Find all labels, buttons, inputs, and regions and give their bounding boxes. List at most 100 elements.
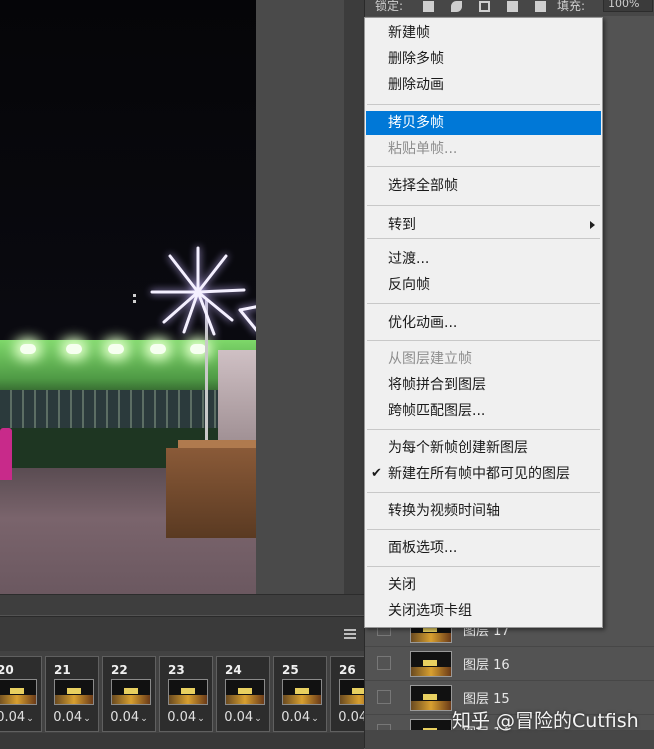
horizontal-scrollbar[interactable] xyxy=(0,594,364,615)
animation-frame[interactable]: 23 0.04⌄ xyxy=(159,656,213,732)
menu-item-label: 面板选项... xyxy=(388,540,458,556)
frame-delay-dropdown[interactable]: 0.04⌄ xyxy=(103,710,155,725)
frame-delay-dropdown[interactable]: 0.04⌄ xyxy=(160,710,212,725)
animation-frame[interactable]: 20 0.04⌄ xyxy=(0,656,42,732)
frame-number: 24 xyxy=(225,663,242,677)
menu-separator xyxy=(367,492,600,493)
menu-separator xyxy=(367,205,600,206)
timeline-panel-menu: 新建帧删除多帧 删除动画拷贝多帧粘贴单帧... 选择全部帧转到过渡... 反向帧优化动… xyxy=(364,17,603,628)
menu-item-label: 关闭 xyxy=(388,577,416,593)
frame-number: 21 xyxy=(54,663,71,677)
menu-item[interactable]: 为每个新帧创建新图层 xyxy=(366,436,601,460)
frame-thumbnail xyxy=(282,679,322,705)
menu-item[interactable]: 反向帧 xyxy=(366,273,601,297)
photo-kiosk xyxy=(218,350,256,450)
animation-frame[interactable]: 25 0.04⌄ xyxy=(273,656,327,732)
frame-number: 23 xyxy=(168,663,185,677)
menu-item-label: 过渡... xyxy=(388,251,430,267)
menu-separator xyxy=(367,166,600,167)
timeline-panel: 20 0.04⌄ 21 0.04⌄ 22 0.04⌄ 23 0.04⌄ 24 0.04⌄ 25 0.0… xyxy=(0,616,384,749)
animation-frame[interactable]: 22 0.04⌄ xyxy=(102,656,156,732)
frame-thumbnail xyxy=(0,679,37,705)
lock-pixels-icon[interactable] xyxy=(423,1,434,12)
menu-item-label: 转到 xyxy=(388,217,416,233)
layer-thumbnail xyxy=(410,685,452,711)
menu-separator xyxy=(367,238,600,239)
menu-separator xyxy=(367,303,600,304)
frame-thumbnail xyxy=(54,679,94,705)
lock-label: 锁定: xyxy=(375,0,404,13)
photo-person xyxy=(0,428,12,480)
frame-thumbnail xyxy=(111,679,151,705)
canvas-pasteboard xyxy=(256,0,344,594)
lock-move-icon[interactable] xyxy=(479,1,490,12)
menu-separator xyxy=(367,529,600,530)
photo-light-sculpture xyxy=(150,246,256,336)
menu-item[interactable]: 将帧拼合到图层 xyxy=(366,373,601,397)
frame-delay-dropdown[interactable]: 0.04⌄ xyxy=(217,710,269,725)
menu-item-label: 将帧拼合到图层 xyxy=(388,377,486,393)
menu-item-label: 新建帧 xyxy=(388,25,430,41)
frame-delay-value: 0.04 xyxy=(53,710,83,725)
chevron-down-icon: ⌄ xyxy=(311,714,319,724)
lock-artboard-icon[interactable] xyxy=(507,1,518,12)
menu-item-label: 优化动画... xyxy=(388,315,458,331)
frame-delay-value: 0.04 xyxy=(281,710,311,725)
layer-thumbnail xyxy=(410,651,452,677)
animation-frame[interactable]: 24 0.04⌄ xyxy=(216,656,270,732)
frame-number: 26 xyxy=(339,663,356,677)
submenu-arrow-icon xyxy=(590,221,595,229)
animation-frame[interactable]: 21 0.04⌄ xyxy=(45,656,99,732)
frame-thumbnail xyxy=(168,679,208,705)
menu-item[interactable]: 删除多帧 xyxy=(366,47,601,71)
document-canvas[interactable] xyxy=(0,0,256,594)
menu-item[interactable]: 转换为视频时间轴 xyxy=(366,499,601,523)
frame-delay-value: 0.04 xyxy=(338,710,368,725)
menu-item-label: 选择全部帧 xyxy=(388,178,458,194)
menu-item[interactable]: 优化动画... xyxy=(366,311,601,335)
menu-item: 粘贴单帧... xyxy=(366,137,601,161)
chevron-down-icon: ⌄ xyxy=(26,714,34,724)
menu-item-label: 跨帧匹配图层... xyxy=(388,403,486,419)
menu-item[interactable]: 关闭选项卡组 xyxy=(366,599,601,623)
timeline-panel-header xyxy=(0,617,364,651)
menu-item-label: 粘贴单帧... xyxy=(388,141,458,157)
frame-delay-dropdown[interactable]: 0.04⌄ xyxy=(274,710,326,725)
menu-item[interactable]: ✔ 新建在所有帧中都可见的图层 xyxy=(366,462,601,486)
lock-all-icon[interactable] xyxy=(535,1,546,12)
visibility-toggle[interactable] xyxy=(377,656,391,670)
menu-item[interactable]: 关闭 xyxy=(366,573,601,597)
menu-item[interactable]: 面板选项... xyxy=(366,536,601,560)
layer-name: 图层 15 xyxy=(463,692,510,707)
fill-input[interactable]: 100% xyxy=(603,0,653,12)
layer-row[interactable]: 图层 16 xyxy=(365,646,654,681)
frame-delay-value: 0.04 xyxy=(110,710,140,725)
checkmark-icon: ✔ xyxy=(371,466,382,481)
menu-item[interactable]: 拷贝多帧 xyxy=(366,111,601,135)
frame-number: 20 xyxy=(0,663,14,677)
chevron-down-icon: ⌄ xyxy=(140,714,148,724)
menu-item[interactable]: 选择全部帧 xyxy=(366,174,601,198)
menu-item-label: 反向帧 xyxy=(388,277,430,293)
menu-item[interactable]: 新建帧 xyxy=(366,21,601,45)
panel-menu-icon[interactable] xyxy=(344,629,356,639)
menu-item[interactable]: 过渡... xyxy=(366,247,601,271)
fill-label: 填充: xyxy=(557,0,586,13)
menu-item-label: 关闭选项卡组 xyxy=(388,603,472,619)
menu-separator xyxy=(367,429,600,430)
menu-item[interactable]: 跨帧匹配图层... xyxy=(366,399,601,423)
timeline-footer xyxy=(0,733,364,749)
frame-delay-value: 0.04 xyxy=(224,710,254,725)
frame-delay-dropdown[interactable]: 0.04⌄ xyxy=(46,710,98,725)
frame-strip: 20 0.04⌄ 21 0.04⌄ 22 0.04⌄ 23 0.04⌄ 24 0.04⌄ 25 0.0… xyxy=(0,656,384,732)
lock-brush-icon[interactable] xyxy=(451,1,462,12)
photo-stall xyxy=(166,448,256,538)
menu-item-label: 为每个新帧创建新图层 xyxy=(388,440,528,456)
menu-item[interactable]: 转到 xyxy=(366,213,601,237)
visibility-toggle[interactable] xyxy=(377,690,391,704)
menu-item[interactable]: 删除动画 xyxy=(366,73,601,97)
vertical-scrollbar[interactable] xyxy=(344,0,364,594)
watermark: 知乎 @冒险的Cutfish xyxy=(452,710,639,732)
menu-item: 从图层建立帧 xyxy=(366,347,601,371)
frame-delay-dropdown[interactable]: 0.04⌄ xyxy=(0,710,41,725)
